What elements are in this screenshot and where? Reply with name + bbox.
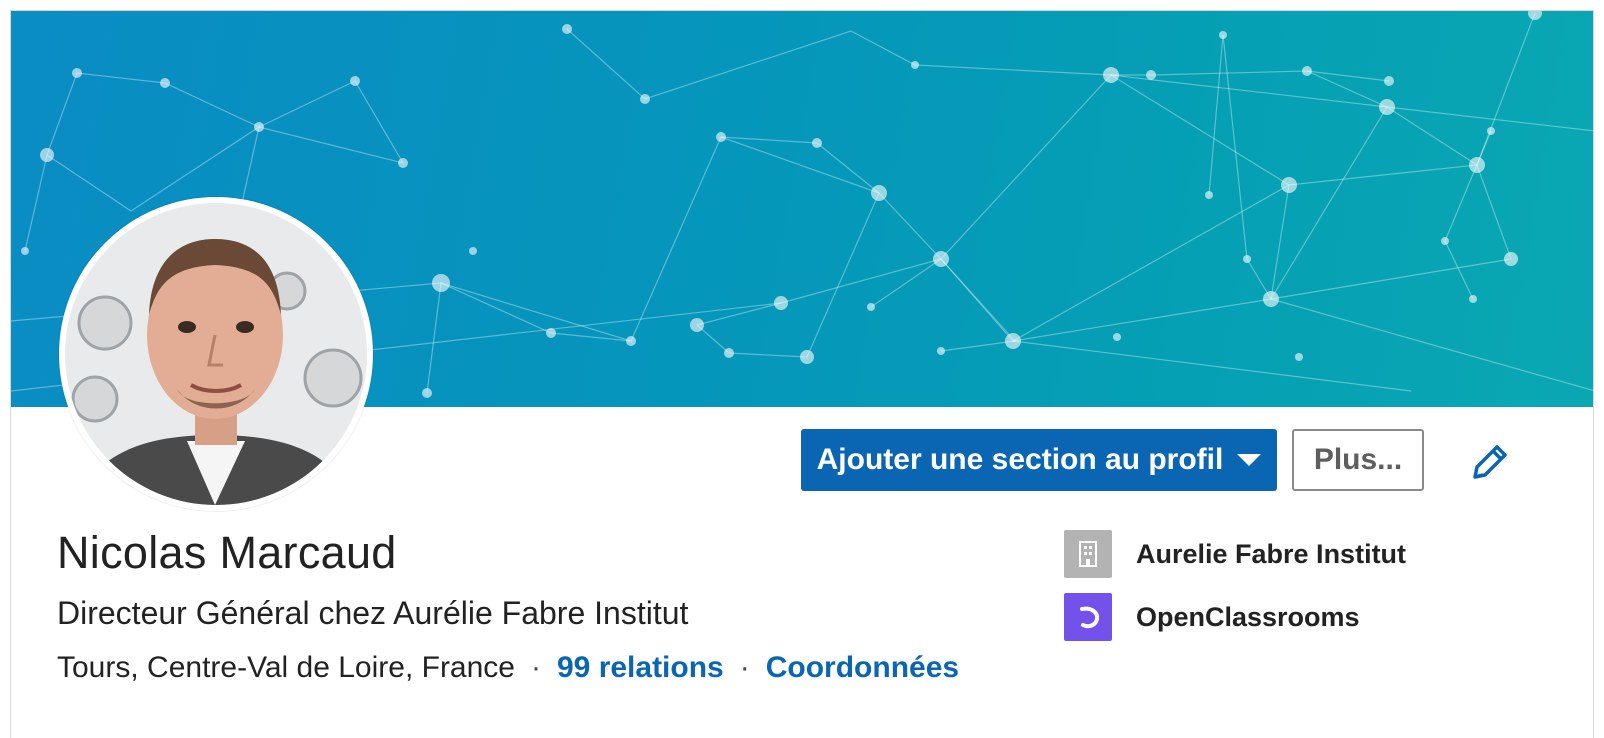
caret-down-icon [1237,454,1262,466]
org-item-aurelie-fabre[interactable]: Aurelie Fabre Institut [1064,530,1406,578]
pencil-icon [1473,445,1507,479]
more-label: Plus... [1313,443,1403,476]
profile-card: Ajouter une section au profil Plus... Ni… [10,10,1594,738]
profile-location: Tours, Centre-Val de Loire, France [57,651,515,684]
profile-headline: Directeur Général chez Aurélie Fabre Ins… [57,595,689,631]
openclassrooms-logo [1064,593,1112,641]
portrait-illustration [65,203,367,505]
profile-meta: Tours, Centre-Val de Loire, France · 99 … [57,651,959,685]
edit-profile-button[interactable] [1467,441,1511,485]
org-label: OpenClassrooms [1136,601,1360,632]
more-button[interactable]: Plus... [1292,429,1424,491]
building-icon [1064,530,1112,578]
org-item-openclassrooms[interactable]: OpenClassrooms [1064,593,1360,641]
add-profile-section-label: Ajouter une section au profil [816,443,1224,476]
connections-link[interactable]: 99 relations [557,651,724,685]
add-profile-section-button[interactable]: Ajouter une section au profil [801,429,1277,491]
profile-name: Nicolas Marcaud [57,527,397,578]
separator-dot: · [739,651,750,684]
profile-photo[interactable] [59,197,373,511]
separator-dot: · [530,651,541,684]
org-label: Aurelie Fabre Institut [1136,538,1407,569]
contact-info-link[interactable]: Coordonnées [766,651,959,685]
